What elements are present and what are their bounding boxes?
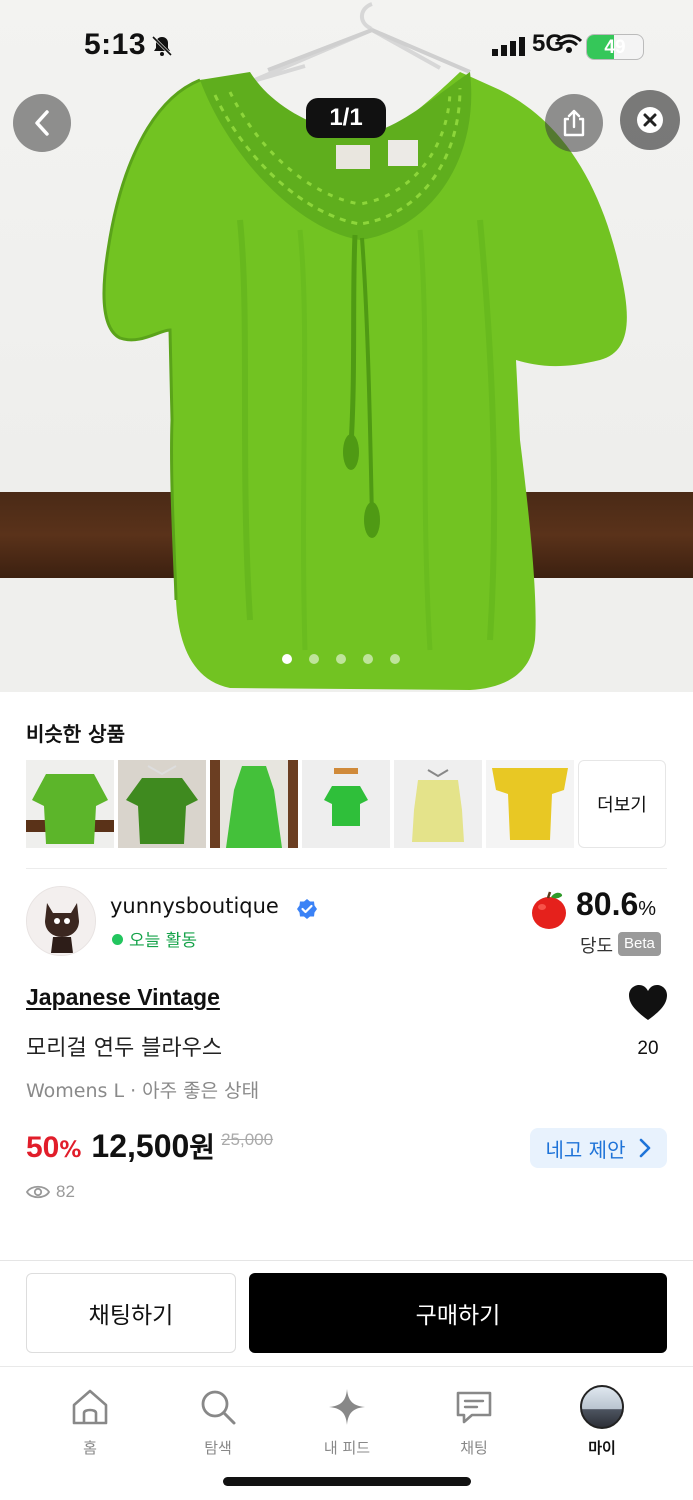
product-meta: Womens L · 아주 좋은 상태 [26, 1080, 260, 1102]
pagination-dot [336, 654, 346, 664]
gallery-pagination [282, 654, 400, 664]
nav-item-my[interactable]: 마이 [557, 1385, 647, 1458]
nav-label-feed: 내 피드 [323, 1439, 371, 1457]
apple-icon [532, 891, 566, 929]
seller-score-label: 당도 [580, 936, 614, 957]
thumb-image [486, 760, 574, 848]
discount-unit: % [59, 1138, 82, 1163]
profile-avatar [580, 1385, 624, 1429]
pagination-dot [363, 654, 373, 664]
pagination-dot [390, 654, 400, 664]
status-time: 5:13 [84, 28, 147, 61]
seller-activity-status: 오늘 활동 [129, 931, 197, 951]
nav-label-chat: 채팅 [460, 1439, 488, 1457]
online-status-dot [112, 934, 123, 945]
nav-label-explore: 탐색 [204, 1439, 232, 1457]
similar-product-thumb[interactable] [118, 760, 206, 848]
thumb-image [118, 760, 206, 848]
currency-unit: 원 [189, 1131, 216, 1164]
discount-rate: 50 [26, 1131, 60, 1164]
home-indicator [223, 1477, 471, 1486]
battery-percent: 49 [604, 37, 626, 58]
make-offer-label: 네고 제안 [545, 1137, 626, 1162]
similar-product-thumb[interactable] [26, 760, 114, 848]
close-icon [637, 107, 663, 133]
seller-name[interactable]: yunnysboutique [110, 894, 279, 918]
thumb-image [26, 760, 114, 848]
seller-avatar[interactable] [26, 886, 96, 956]
product-detail-screen: 5:13 5G 49 1/1 비슷한 상품 더보기 yunnysboutique… [0, 0, 693, 1500]
back-button[interactable] [13, 94, 71, 152]
nav-label-my: 마이 [588, 1439, 616, 1457]
see-more-button[interactable]: 더보기 [578, 760, 666, 848]
buy-button[interactable]: 구매하기 [249, 1273, 667, 1353]
make-offer-button[interactable]: 네고 제안 [530, 1128, 667, 1168]
similar-product-thumb[interactable] [486, 760, 574, 848]
heart-icon[interactable] [628, 984, 668, 1022]
seller-score: 80.6% [576, 886, 656, 923]
wifi-icon [556, 34, 582, 53]
brand-link[interactable]: Japanese Vintage [26, 984, 220, 1011]
pagination-dot [282, 654, 292, 664]
product-title: 모리걸 연두 블라우스 [26, 1036, 223, 1061]
action-bar-divider [0, 1260, 693, 1261]
eye-icon [26, 1185, 50, 1199]
similar-products-list: 더보기 [26, 760, 666, 848]
seller-score-value: 80.6 [576, 886, 639, 922]
chevron-left-icon [35, 110, 49, 136]
nav-item-chat[interactable]: 채팅 [429, 1385, 519, 1458]
bell-slash-icon [151, 35, 173, 57]
similar-product-thumb[interactable] [394, 760, 482, 848]
image-counter: 1/1 [306, 98, 386, 138]
share-icon [563, 109, 585, 137]
seller-score-unit: % [638, 898, 657, 920]
pagination-dot [309, 654, 319, 664]
thumb-image [210, 760, 298, 848]
nav-item-home[interactable]: 홈 [45, 1385, 135, 1458]
thumb-image [302, 760, 390, 848]
chat-icon [456, 1391, 492, 1424]
similar-product-thumb[interactable] [302, 760, 390, 848]
similar-product-thumb[interactable] [210, 760, 298, 848]
seller-avatar-image [27, 887, 95, 955]
section-divider [26, 868, 667, 869]
sale-price: 12,500 [91, 1128, 190, 1164]
close-button[interactable] [620, 90, 680, 150]
beta-badge: Beta [618, 932, 661, 956]
nav-item-feed[interactable]: 내 피드 [302, 1385, 392, 1458]
search-icon [201, 1390, 236, 1425]
like-count: 20 [637, 1038, 659, 1059]
view-count-value: 82 [56, 1182, 75, 1201]
chevron-right-icon [640, 1138, 651, 1158]
sparkle-icon [329, 1389, 365, 1425]
cellular-signal-icon [492, 37, 525, 56]
thumb-image [394, 760, 482, 848]
share-button[interactable] [545, 94, 603, 152]
price-row: 50 % 12,500 원 25,000 [26, 1126, 273, 1166]
verified-badge-icon [297, 899, 317, 919]
original-price: 25,000 [221, 1130, 274, 1149]
nav-label-home: 홈 [83, 1439, 97, 1457]
status-bar: 5:13 5G 49 [0, 0, 693, 90]
similar-products-title: 비슷한 상품 [26, 722, 125, 746]
view-count: 82 [26, 1182, 75, 1202]
chat-button[interactable]: 채팅하기 [26, 1273, 236, 1353]
battery-indicator: 49 [586, 34, 644, 60]
home-icon [72, 1389, 108, 1425]
nav-item-explore[interactable]: 탐색 [173, 1385, 263, 1458]
